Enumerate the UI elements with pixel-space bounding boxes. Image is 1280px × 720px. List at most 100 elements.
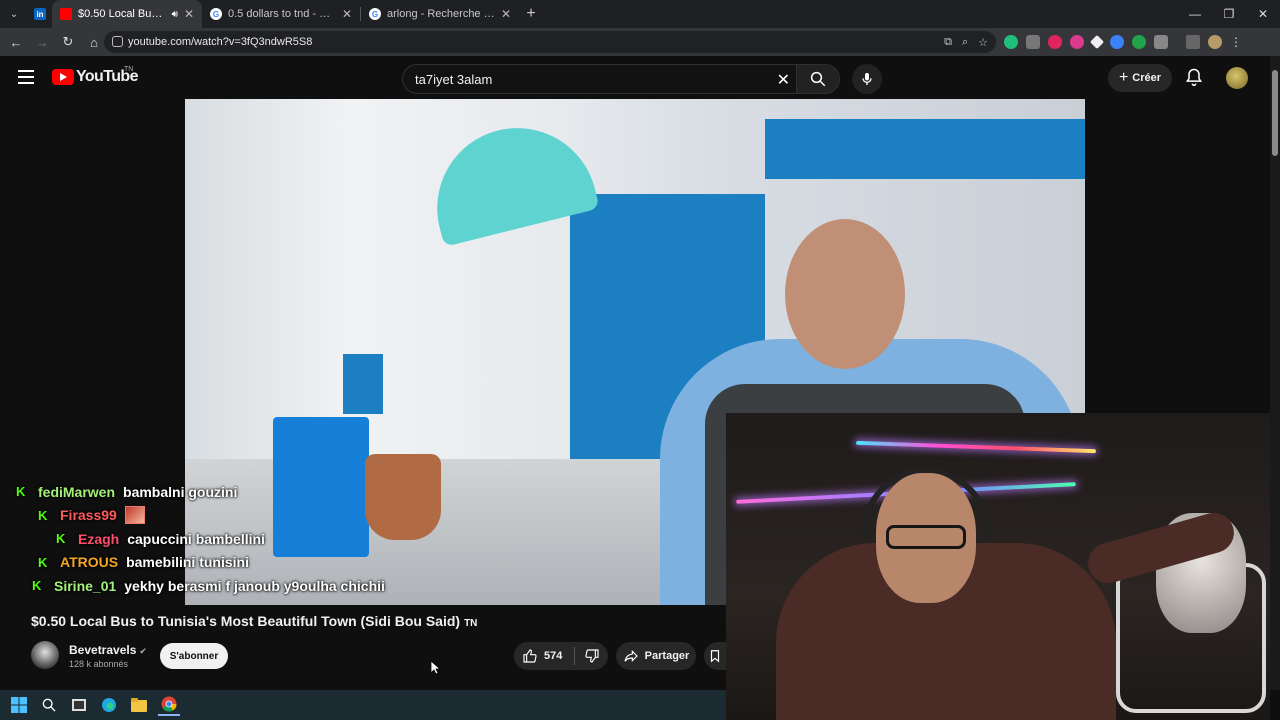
tab-google-search-dollars[interactable]: G 0.5 dollars to tnd - Recherche G ✕ — [202, 0, 360, 28]
chat-username: fediMarwen — [38, 483, 116, 500]
browser-tab-strip: ⌄ in $0.50 Local Bus to Tunisia's 🔊︎ ✕ G… — [0, 0, 1280, 28]
extension-icon[interactable] — [1132, 35, 1146, 49]
tab-linkedin[interactable]: in — [28, 0, 52, 28]
google-icon: G — [369, 8, 381, 20]
windows-taskbar — [0, 690, 726, 720]
video-blue-frame — [765, 119, 1085, 179]
close-window-icon[interactable]: ✕ — [1246, 0, 1280, 28]
extension-icon[interactable] — [1070, 35, 1084, 49]
extensions-puzzle-icon[interactable] — [1154, 35, 1168, 49]
mouse-cursor-icon — [431, 661, 441, 675]
search-button[interactable] — [796, 64, 840, 94]
minimize-icon[interactable]: — — [1178, 0, 1212, 28]
chat-message: K Sirine_01 yekhy berasmi f janoub y9oul… — [0, 574, 400, 598]
like-count: 574 — [544, 650, 563, 662]
chat-username: ATROUS — [60, 554, 119, 571]
country-code: TN — [124, 66, 134, 73]
tab-youtube-video[interactable]: $0.50 Local Bus to Tunisia's 🔊︎ ✕ — [52, 0, 202, 28]
extension-icon[interactable] — [1048, 35, 1062, 49]
save-button[interactable] — [704, 642, 726, 670]
kick-icon: K — [38, 554, 48, 570]
create-button[interactable]: + Créer — [1108, 64, 1172, 92]
browser-toolbar: ← → ↻ ⌂ youtube.com/watch?v=3fQ3ndwR5S8 … — [0, 28, 1280, 56]
like-button[interactable]: 574 — [514, 648, 574, 664]
chrome-icon[interactable] — [158, 694, 180, 716]
chat-text: capuccini bambellini — [127, 530, 265, 547]
led-strip — [856, 440, 1096, 454]
like-dislike-group: 574 — [514, 642, 608, 670]
youtube-logo[interactable]: YouTube TN — [52, 66, 138, 86]
extension-icon[interactable] — [1110, 35, 1124, 49]
search-input[interactable]: ta7iyet 3alam ✕ — [402, 64, 796, 94]
chat-text: bamebilini tunisini — [126, 554, 249, 571]
home-icon[interactable]: ⌂ — [82, 30, 106, 54]
reload-icon[interactable]: ↻ — [56, 30, 80, 54]
install-app-icon[interactable]: ⧉ — [944, 36, 952, 49]
restore-icon[interactable]: ❐ — [1212, 0, 1246, 28]
chat-message: K ATROUS bamebilini tunisini — [0, 551, 400, 575]
webcam-overlay — [726, 413, 1270, 720]
speaker-icon[interactable]: 🔊︎ — [172, 9, 178, 20]
tab-google-search-arlong[interactable]: G arlong - Recherche Google ✕ — [361, 0, 519, 28]
chat-text: yekhy berasmi f janoub y9oulha chichii — [124, 577, 385, 594]
site-info-icon[interactable] — [112, 36, 123, 47]
video-blue-window — [343, 354, 383, 414]
account-avatar[interactable] — [1226, 67, 1248, 89]
thumbs-down-icon — [584, 649, 599, 663]
extensions-area: ⋮ — [1004, 32, 1242, 52]
address-bar[interactable]: youtube.com/watch?v=3fQ3ndwR5S8 ⧉ ⌕ ☆ — [104, 31, 996, 53]
video-title-text: $0.50 Local Bus to Tunisia's Most Beauti… — [31, 613, 461, 629]
browser-menu-icon[interactable]: ⋮ — [1230, 35, 1242, 49]
forward-icon[interactable]: → — [30, 30, 54, 54]
tab-title: 0.5 dollars to tnd - Recherche G — [228, 8, 336, 20]
taskbar-search-icon[interactable] — [38, 694, 60, 716]
subscribe-button[interactable]: S'abonner — [160, 643, 228, 669]
edge-browser-icon[interactable] — [98, 694, 120, 716]
camera-extension-icon[interactable] — [1026, 35, 1040, 49]
window-controls: — ❐ ✕ — [1178, 0, 1280, 28]
back-icon[interactable]: ← — [4, 30, 28, 54]
extension-icon[interactable] — [1089, 34, 1105, 50]
kick-icon: K — [16, 484, 26, 500]
bookmark-star-icon[interactable]: ☆ — [978, 36, 988, 49]
kick-icon: K — [56, 531, 66, 547]
plus-icon: + — [1118, 69, 1129, 86]
page-scrollbar[interactable] — [1270, 56, 1280, 690]
search-icon — [810, 71, 826, 87]
zoom-icon[interactable]: ⌕ — [962, 36, 968, 49]
share-button[interactable]: Partager — [616, 642, 696, 670]
video-title: $0.50 Local Bus to Tunisia's Most Beauti… — [31, 613, 477, 629]
windows-start-icon[interactable] — [8, 694, 30, 716]
chat-overlay: K fediMarwen bambalni gouzini K Firass99… — [0, 480, 400, 598]
reading-list-icon[interactable] — [1186, 35, 1200, 49]
tab-close-icon[interactable]: ✕ — [184, 7, 194, 21]
tab-search-button[interactable]: ⌄ — [0, 0, 28, 28]
notifications-bell-icon[interactable] — [1184, 67, 1204, 87]
task-view-icon[interactable] — [68, 694, 90, 716]
new-tab-button[interactable]: + — [519, 5, 543, 23]
scrollbar-thumb[interactable] — [1272, 70, 1278, 156]
share-icon — [624, 649, 638, 663]
dislike-button[interactable] — [575, 648, 608, 664]
clear-search-icon[interactable]: ✕ — [777, 70, 790, 90]
title-country-code: TN — [464, 618, 478, 629]
glasses — [886, 525, 966, 549]
extension-icon[interactable] — [1004, 35, 1018, 49]
channel-avatar[interactable] — [31, 641, 59, 669]
profile-avatar-icon[interactable] — [1208, 35, 1222, 49]
channel-name[interactable]: Bevetravels ✔ — [69, 643, 147, 657]
chat-message: K Firass99 — [0, 504, 400, 528]
voice-search-button[interactable] — [852, 64, 882, 94]
chat-text: bambalni gouzini — [123, 483, 238, 500]
microphone-icon — [862, 73, 872, 85]
file-explorer-icon[interactable] — [128, 694, 150, 716]
kick-icon: K — [38, 507, 48, 523]
tab-close-icon[interactable]: ✕ — [501, 7, 511, 21]
create-label: Créer — [1132, 72, 1162, 84]
youtube-play-icon — [52, 69, 74, 85]
youtube-header: YouTube TN ta7iyet 3alam ✕ + Créer — [0, 56, 1270, 100]
tab-close-icon[interactable]: ✕ — [342, 7, 352, 21]
omnibox-actions: ⧉ ⌕ ☆ — [944, 31, 988, 53]
menu-icon[interactable] — [18, 70, 34, 84]
subscriber-count: 128 k abonnés — [69, 659, 129, 669]
